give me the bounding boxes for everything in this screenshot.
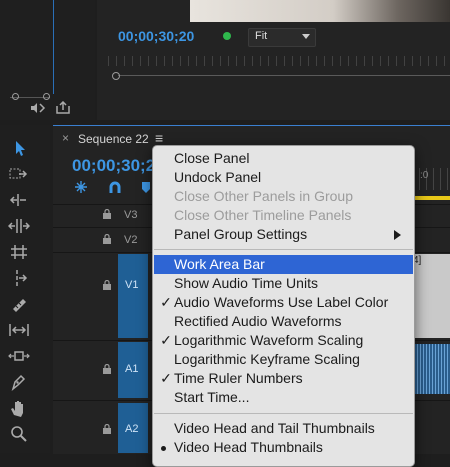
program-ruler — [108, 56, 450, 66]
chevron-down-icon — [302, 34, 310, 39]
menu-item-work-area-bar[interactable]: Work Area Bar — [154, 255, 413, 274]
zoom-select[interactable]: Fit — [248, 28, 316, 47]
ripple-edit-tool-icon[interactable] — [8, 190, 30, 210]
menu-item-show-audio-time-units[interactable]: Show Audio Time Units — [154, 274, 413, 293]
slip-tool-icon[interactable] — [8, 294, 30, 314]
lock-icon[interactable] — [102, 364, 112, 374]
lock-icon[interactable] — [102, 424, 112, 434]
menu-item-video-head-tail-thumbnails[interactable]: Video Head and Tail Thumbnails — [154, 419, 413, 438]
checkmark-icon: ✓ — [160, 294, 172, 310]
radio-dot-icon — [161, 446, 166, 451]
hand-tool-icon[interactable] — [8, 398, 30, 418]
zoom-tool-icon[interactable] — [8, 424, 30, 444]
rolling-edit-tool-icon[interactable] — [8, 216, 30, 236]
lock-icon[interactable] — [102, 234, 112, 244]
slide-tool-icon[interactable] — [8, 320, 30, 340]
selection-tool-icon[interactable] — [8, 138, 30, 158]
add-marker-icon[interactable] — [140, 180, 152, 194]
submenu-arrow-icon — [394, 230, 401, 240]
zoom-value: Fit — [255, 30, 268, 42]
timeline-tab-close[interactable]: × — [62, 131, 69, 145]
linked-selection-icon[interactable] — [108, 180, 122, 194]
menu-item-close-other-timeline-panels: Close Other Timeline Panels — [174, 207, 352, 223]
source-monitor-panel — [0, 0, 95, 120]
work-area-bar[interactable] — [413, 196, 450, 200]
rate-stretch-tool-icon[interactable] — [8, 242, 30, 262]
menu-item-time-ruler-numbers[interactable]: ✓ Time Ruler Numbers — [154, 369, 413, 388]
checkmark-icon: ✓ — [160, 332, 172, 348]
source-playhead-line — [53, 0, 54, 94]
audio-only-icon[interactable] — [30, 102, 46, 114]
snap-icon[interactable] — [74, 180, 88, 194]
program-video-frame — [190, 0, 450, 22]
menu-item-undock-panel[interactable]: Undock Panel — [154, 168, 413, 187]
track-hand-tool-icon[interactable] — [8, 346, 30, 366]
video-clip[interactable] — [413, 254, 450, 338]
menu-separator — [154, 249, 413, 250]
source-monitor-scrollbar[interactable] — [10, 93, 50, 100]
audio-clip-waveform[interactable] — [413, 344, 450, 394]
track-a1-label[interactable]: A1 — [125, 363, 138, 375]
track-v1-label[interactable]: V1 — [125, 279, 138, 291]
menu-item-video-head-thumbnails[interactable]: Video Head Thumbnails — [154, 438, 413, 457]
timeline-tab-title[interactable]: Sequence 22 — [78, 132, 149, 146]
export-frame-icon[interactable] — [56, 101, 70, 114]
scroll-handle-left[interactable] — [112, 72, 120, 80]
program-timecode[interactable]: 00;00;30;20 — [118, 28, 194, 44]
pen-tool-icon[interactable] — [8, 372, 30, 392]
menu-item-rectified-audio-waveforms[interactable]: Rectified Audio Waveforms — [154, 312, 413, 331]
track-v3-label[interactable]: V3 — [124, 209, 137, 221]
menu-item-audio-waveforms-label-color[interactable]: ✓ Audio Waveforms Use Label Color — [154, 293, 413, 312]
checkmark-icon: ✓ — [160, 370, 172, 386]
track-v1-target[interactable] — [118, 254, 148, 338]
razor-tool-icon[interactable] — [8, 268, 30, 288]
scroll-handle-right[interactable] — [43, 93, 50, 100]
menu-separator — [154, 413, 413, 414]
panel-context-menu: Close Panel Undock Panel Close Other Pan… — [152, 145, 415, 467]
track-v2-label[interactable]: V2 — [124, 234, 137, 246]
ruler-number: :0 — [420, 170, 429, 181]
panel-menu-icon[interactable]: ≡ — [155, 130, 163, 146]
track-a2-label[interactable]: A2 — [125, 423, 138, 435]
program-zoom-scrollbar[interactable] — [112, 72, 450, 80]
menu-item-close-other-panels: Close Other Panels in Group — [174, 188, 353, 204]
menu-item-logarithmic-keyframe-scaling[interactable]: Logarithmic Keyframe Scaling — [154, 350, 413, 369]
menu-item-logarithmic-waveform-scaling[interactable]: ✓ Logarithmic Waveform Scaling — [154, 331, 413, 350]
menu-item-start-time[interactable]: Start Time... — [154, 388, 413, 407]
lock-icon[interactable] — [102, 280, 112, 290]
lock-icon[interactable] — [102, 209, 112, 219]
scroll-handle-left[interactable] — [12, 93, 19, 100]
sequence-timecode[interactable]: 00;00;30;2 — [72, 156, 155, 176]
menu-item-panel-group-settings[interactable]: Panel Group Settings — [154, 225, 413, 244]
playback-status-dot — [223, 32, 231, 40]
menu-item-close-panel[interactable]: Close Panel — [154, 149, 413, 168]
track-select-tool-icon[interactable] — [8, 164, 30, 184]
